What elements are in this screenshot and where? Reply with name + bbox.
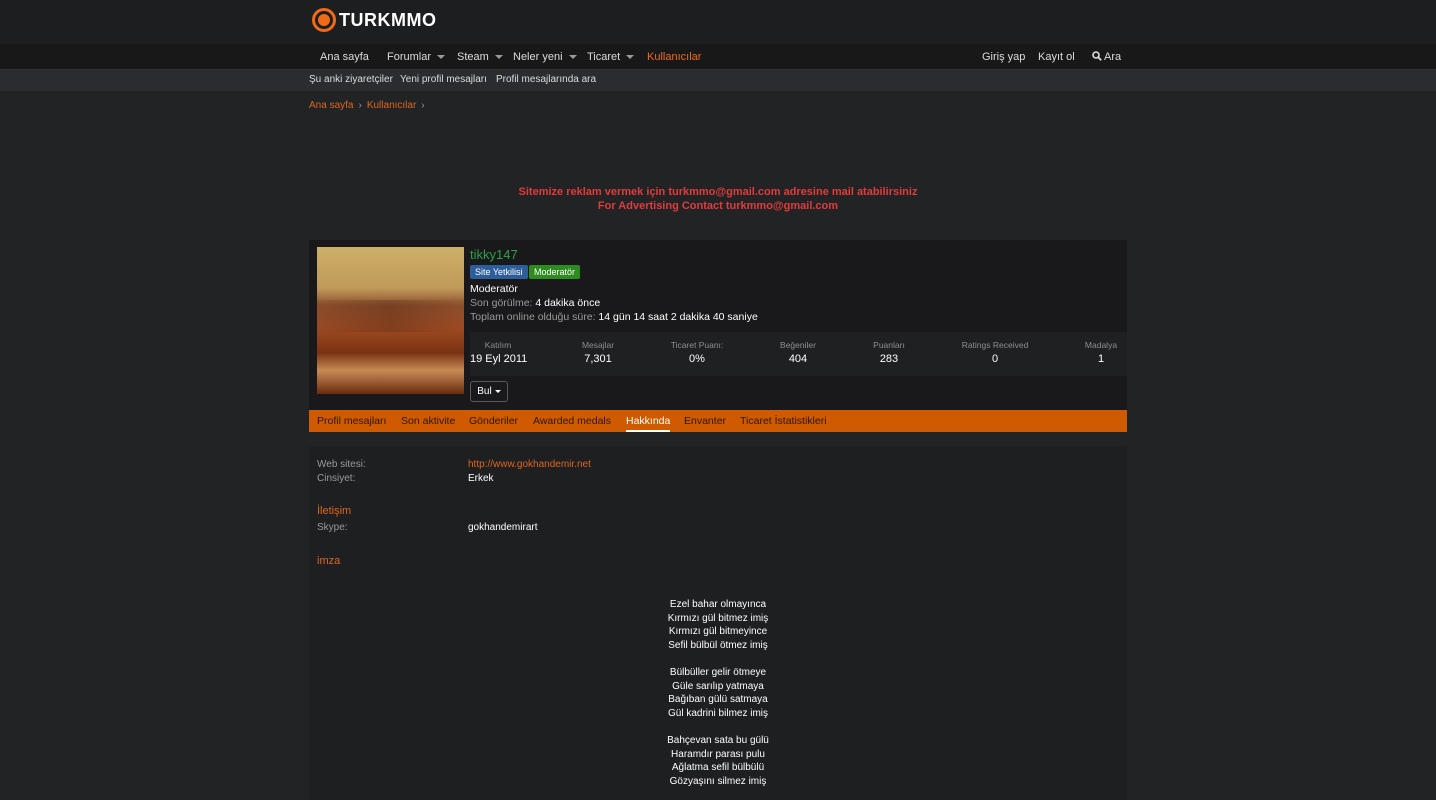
ad-line-1: Sitemize reklam vermek için turkmmo@gmai… <box>518 186 918 198</box>
chevron-down-icon[interactable] <box>626 55 635 60</box>
ad-banner: Sitemize reklam vermek için turkmmo@gmai… <box>0 185 1436 213</box>
avatar[interactable] <box>317 247 464 394</box>
tab-inventory[interactable]: Envanter <box>684 415 726 427</box>
user-title: Moderatör <box>470 283 518 295</box>
find-button[interactable]: Bul <box>470 381 508 402</box>
contact-heading: İletişim <box>317 505 352 517</box>
subnav-current-visitors[interactable]: Şu anki ziyaretçiler <box>309 74 393 85</box>
signature-line <box>309 720 1127 734</box>
chevron-down-icon[interactable] <box>568 55 577 60</box>
skype-value: gokhandemirart <box>468 522 538 533</box>
signature-line: Güle sarılıp yatmaya <box>672 680 764 692</box>
skype-label: Skype: <box>317 522 348 533</box>
signature-line: Bülbüller gelir ötmeye <box>669 666 767 678</box>
stat-label: Ratings Received <box>961 340 1029 350</box>
signature-line: Bahçevan sata bu gülü <box>667 734 769 746</box>
tab-postings[interactable]: Gönderiler <box>469 415 518 427</box>
signature-line: Haramdır parası pulu <box>671 748 765 760</box>
stat-medals[interactable]: Madalya 1 <box>1076 340 1126 365</box>
stat-label: Katılım <box>484 340 512 350</box>
stat-label: Beğeniler <box>780 340 816 350</box>
stat-messages[interactable]: Mesajlar 7,301 <box>572 340 624 365</box>
chevron-down-icon[interactable] <box>494 55 503 60</box>
find-button-label: Bul <box>477 386 492 397</box>
tab-about[interactable]: Hakkında <box>626 415 671 432</box>
chevron-down-icon[interactable] <box>437 55 446 60</box>
stat-value: 0% <box>689 353 705 365</box>
signature-line: Sefil bülbül ötmez imiş <box>668 639 768 651</box>
nav-item-trade[interactable]: Ticaret <box>587 51 635 63</box>
website-label: Web sitesi: <box>317 459 366 470</box>
nav-item-forums[interactable]: Forumlar <box>387 51 446 63</box>
total-online-time: Toplam online olduğu süre: 14 gün 14 saa… <box>470 311 758 323</box>
register-link[interactable]: Kayıt ol <box>1038 51 1075 63</box>
breadcrumb-separator: › <box>358 100 362 111</box>
signature-line <box>309 652 1127 666</box>
nav-item-home[interactable]: Ana sayfa <box>320 51 369 63</box>
breadcrumb-separator: › <box>421 100 425 111</box>
signature-line: Kırmızı gül bitmeyince <box>668 626 768 638</box>
stat-label: Madalya <box>1084 340 1118 350</box>
profile-tabs: Profil mesajları Son aktivite Gönderiler… <box>309 410 1127 432</box>
website-link[interactable]: http://www.gokhandemir.net <box>468 459 591 470</box>
stat-value: 7,301 <box>584 353 612 365</box>
stat-value: 0 <box>991 353 999 365</box>
subnav-search-profile-posts[interactable]: Profil mesajlarında ara <box>496 74 596 85</box>
site-logo[interactable]: TURKMMO <box>312 8 436 32</box>
last-seen: Son görülme: 4 dakika önce <box>470 297 601 309</box>
stat-ratings-received: Ratings Received 0 <box>958 340 1032 365</box>
signature-heading: imza <box>317 555 341 567</box>
signature-line: Ezel bahar olmayınca <box>669 599 767 610</box>
stat-joined: Katılım 19 Eyl 2011 <box>470 340 528 365</box>
stat-value: 283 <box>879 353 899 365</box>
stats-bar: Katılım 19 Eyl 2011 Mesajlar 7,301 Ticar… <box>470 332 1127 376</box>
chevron-down-icon <box>494 390 501 393</box>
about-panel: Web sitesi: http://www.gokhandemir.net C… <box>309 446 1127 800</box>
signature-line: Gözyaşını silmez imiş <box>669 775 767 787</box>
search-icon <box>1092 51 1102 61</box>
signature: Ezel bahar olmayınca Kırmızı gül bitmez … <box>309 598 1127 788</box>
tab-profile-posts[interactable]: Profil mesajları <box>317 415 386 427</box>
signature-line: Kırmızı gül bitmez imiş <box>667 612 769 624</box>
badge-site-staff: Site Yetkilisi <box>470 265 528 279</box>
logo-text: TURKMMO <box>339 9 437 30</box>
stat-value: 19 Eyl 2011 <box>470 353 528 365</box>
search-button[interactable]: Ara <box>1092 51 1121 63</box>
tab-trade-statistics[interactable]: Ticaret İstatistikleri <box>740 415 827 427</box>
login-link[interactable]: Giriş yap <box>982 51 1025 63</box>
stat-label: Mesajlar <box>581 340 615 350</box>
profile-card: tikky147 Site Yetkilisi Moderatör Modera… <box>309 240 1127 410</box>
stat-likes: Beğeniler 404 <box>776 340 820 365</box>
stat-value: 1 <box>1097 353 1105 365</box>
breadcrumb-members[interactable]: Kullanıcılar <box>367 100 416 111</box>
main-nav: Ana sayfa Forumlar Steam Neler yeni Tica… <box>0 44 1436 70</box>
site-header: TURKMMO <box>0 0 1436 44</box>
badge-moderator: Moderatör <box>529 265 581 279</box>
stat-value: 404 <box>788 353 808 365</box>
stat-trade-score: Ticaret Puanı: 0% <box>666 340 728 365</box>
subnav-new-profile-posts[interactable]: Yeni profil mesajları <box>400 74 487 85</box>
stat-label: Ticaret Puanı: <box>670 340 724 350</box>
ad-line-2: For Advertising Contact turkmmo@gmail.co… <box>597 200 839 212</box>
tab-awarded-medals[interactable]: Awarded medals <box>533 415 611 427</box>
logo-icon <box>312 8 336 32</box>
signature-line: Gül kadrini bilmez imiş <box>667 707 769 719</box>
stat-points[interactable]: Puanları 283 <box>867 340 911 365</box>
gender-value: Erkek <box>468 473 494 484</box>
nav-item-steam[interactable]: Steam <box>457 51 503 63</box>
nav-item-whats-new[interactable]: Neler yeni <box>513 51 577 63</box>
tab-latest-activity[interactable]: Son aktivite <box>401 415 455 427</box>
username[interactable]: tikky147 <box>470 247 518 262</box>
nav-item-members[interactable]: Kullanıcılar <box>647 51 701 63</box>
signature-line: Ağlatma sefil bülbülü <box>671 762 765 774</box>
signature-line: Bağıban gülü satmaya <box>668 694 768 706</box>
sub-nav: Şu anki ziyaretçiler Yeni profil mesajla… <box>0 70 1436 91</box>
breadcrumb-home[interactable]: Ana sayfa <box>309 100 353 111</box>
breadcrumb: Ana sayfa › Kullanıcılar › <box>309 100 430 111</box>
stat-label: Puanları <box>873 340 905 350</box>
gender-label: Cinsiyet: <box>317 473 356 484</box>
